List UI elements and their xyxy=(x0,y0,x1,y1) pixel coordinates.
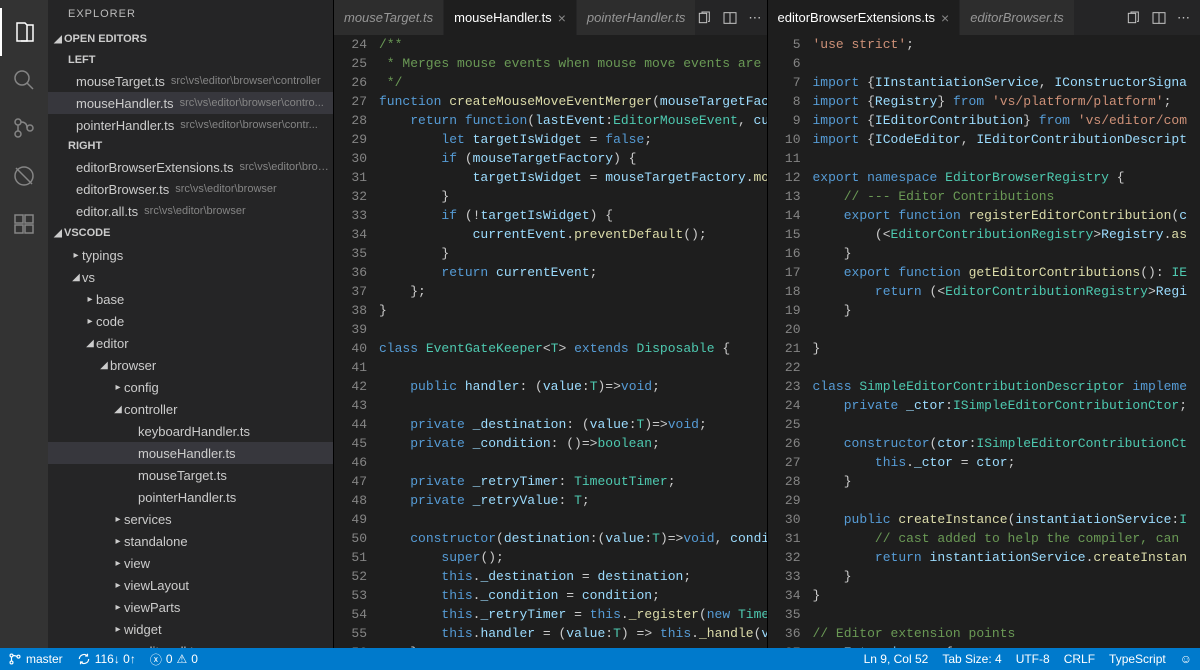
editor-area: mouseTarget.tsmouseHandler.ts×pointerHan… xyxy=(333,0,1200,648)
open-editor-item[interactable]: mouseHandler.tssrc\vs\editor\browser\con… xyxy=(48,92,333,114)
open-editor-item[interactable]: editor.all.tssrc\vs\editor\browser xyxy=(48,200,333,222)
language-mode[interactable]: TypeScript xyxy=(1109,652,1166,666)
open-editors-list: LEFTmouseTarget.tssrc\vs\editor\browser\… xyxy=(48,50,333,222)
tabs-bar: editorBrowserExtensions.ts×editorBrowser… xyxy=(768,0,1200,35)
folder-node[interactable]: ▸typings xyxy=(48,244,333,266)
open-editor-item[interactable]: editorBrowserExtensions.tssrc\vs\editor\… xyxy=(48,156,333,178)
folder-node[interactable]: ▸viewParts xyxy=(48,596,333,618)
statusbar: master 116↓ 0↑ ⓧ0 ⚠0 Ln 9, Col 52 Tab Si… xyxy=(0,648,1200,670)
tab-size[interactable]: Tab Size: 4 xyxy=(942,652,1001,666)
code-area[interactable]: 5678910111213141516171819202122232425262… xyxy=(768,35,1200,648)
editor-pane: editorBrowserExtensions.ts×editorBrowser… xyxy=(767,0,1200,648)
cursor-position[interactable]: Ln 9, Col 52 xyxy=(864,652,929,666)
folder-node[interactable]: ◢browser xyxy=(48,354,333,376)
editor-tab[interactable]: pointerHandler.ts xyxy=(577,0,697,35)
open-editor-item[interactable]: mouseTarget.tssrc\vs\editor\browser\cont… xyxy=(48,70,333,92)
file-node[interactable]: keyboardHandler.ts xyxy=(48,420,333,442)
problems[interactable]: ⓧ0 ⚠0 xyxy=(150,651,198,668)
open-editor-item[interactable]: editorBrowser.tssrc\vs\editor\browser xyxy=(48,178,333,200)
close-icon[interactable]: × xyxy=(558,10,566,26)
source-control-icon[interactable] xyxy=(0,104,48,152)
open-editor-item[interactable]: pointerHandler.tssrc\vs\editor\browser\c… xyxy=(48,114,333,136)
workbench: EXPLORER ◢ OPEN EDITORS LEFTmouseTarget.… xyxy=(0,0,1200,648)
file-node[interactable]: mouseHandler.ts xyxy=(48,442,333,464)
folder-node[interactable]: ▸standalone xyxy=(48,530,333,552)
folder-node[interactable]: ◢editor xyxy=(48,332,333,354)
tabs-bar: mouseTarget.tsmouseHandler.ts×pointerHan… xyxy=(334,0,767,35)
code-content[interactable]: 'use strict'; import {IInstantiationServ… xyxy=(813,35,1200,648)
folder-node[interactable]: ▸services xyxy=(48,508,333,530)
file-node[interactable]: editor.all.ts xyxy=(48,640,333,648)
project-header[interactable]: ◢ VSCODE xyxy=(48,222,333,244)
extensions-icon[interactable] xyxy=(0,200,48,248)
more-icon[interactable]: ⋯ xyxy=(748,10,761,26)
line-gutter: 5678910111213141516171819202122232425262… xyxy=(768,35,813,648)
editor-tab[interactable]: editorBrowserExtensions.ts× xyxy=(768,0,961,35)
split-editor-icon[interactable] xyxy=(1151,10,1167,26)
more-icon[interactable]: ⋯ xyxy=(1177,10,1190,26)
editor-group-label: LEFT xyxy=(48,50,333,70)
sidebar-title: EXPLORER xyxy=(48,0,333,28)
open-editors-header[interactable]: ◢ OPEN EDITORS xyxy=(48,28,333,50)
folder-node[interactable]: ▸viewLayout xyxy=(48,574,333,596)
close-icon[interactable]: × xyxy=(941,10,949,26)
code-content[interactable]: /** * Merges mouse events when mouse mov… xyxy=(379,35,767,648)
search-icon[interactable] xyxy=(0,56,48,104)
file-tree: ▸typings◢vs▸base▸code◢editor◢browser▸con… xyxy=(48,244,333,648)
feedback-icon[interactable]: ☺ xyxy=(1180,652,1192,666)
folder-node[interactable]: ▸view xyxy=(48,552,333,574)
chevron-down-icon: ◢ xyxy=(52,228,64,239)
editor-tab[interactable]: mouseHandler.ts× xyxy=(444,0,577,35)
file-node[interactable]: pointerHandler.ts xyxy=(48,486,333,508)
folder-node[interactable]: ▸widget xyxy=(48,618,333,640)
code-area[interactable]: 2425262728293031323334353637383940414243… xyxy=(334,35,767,648)
copy-icon[interactable] xyxy=(1125,10,1141,26)
file-node[interactable]: mouseTarget.ts xyxy=(48,464,333,486)
activity-bar xyxy=(0,0,48,648)
folder-node[interactable]: ▸code xyxy=(48,310,333,332)
folder-node[interactable]: ◢vs xyxy=(48,266,333,288)
editor-tab[interactable]: mouseTarget.ts xyxy=(334,0,444,35)
eol[interactable]: CRLF xyxy=(1064,652,1095,666)
encoding[interactable]: UTF-8 xyxy=(1016,652,1050,666)
split-editor-icon[interactable] xyxy=(722,10,738,26)
folder-node[interactable]: ▸config xyxy=(48,376,333,398)
copy-icon[interactable] xyxy=(696,10,712,26)
chevron-down-icon: ◢ xyxy=(52,34,64,45)
sidebar: EXPLORER ◢ OPEN EDITORS LEFTmouseTarget.… xyxy=(48,0,333,648)
git-branch[interactable]: master xyxy=(8,652,63,666)
git-sync[interactable]: 116↓ 0↑ xyxy=(77,652,136,666)
editor-tab[interactable]: editorBrowser.ts xyxy=(960,0,1074,35)
explorer-icon[interactable] xyxy=(0,8,48,56)
debug-icon[interactable] xyxy=(0,152,48,200)
editor-pane: mouseTarget.tsmouseHandler.ts×pointerHan… xyxy=(333,0,767,648)
line-gutter: 2425262728293031323334353637383940414243… xyxy=(334,35,379,648)
folder-node[interactable]: ▸base xyxy=(48,288,333,310)
folder-node[interactable]: ◢controller xyxy=(48,398,333,420)
editor-group-label: RIGHT xyxy=(48,136,333,156)
